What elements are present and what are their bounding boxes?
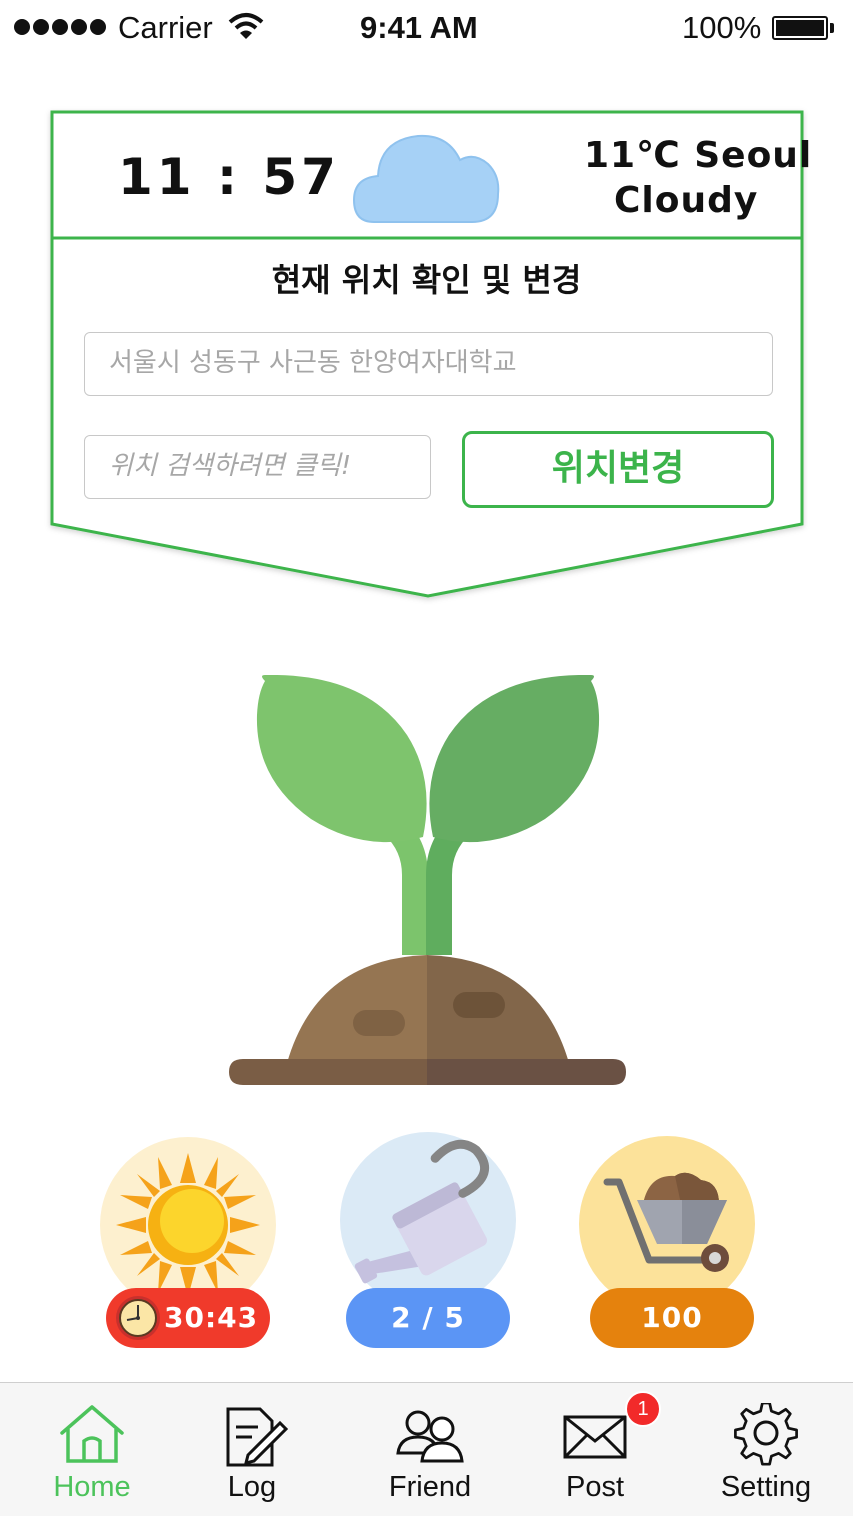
sunlight-timer-text: 30:43 — [164, 1301, 259, 1334]
post-notification-badge: 1 — [625, 1391, 661, 1427]
home-icon — [60, 1405, 124, 1463]
location-section-title: 현재 위치 확인 및 변경 — [271, 261, 582, 299]
tab-friend[interactable]: Friend — [350, 1383, 510, 1516]
tab-log-label: Log — [227, 1471, 277, 1503]
tab-friend-label: Friend — [388, 1471, 472, 1503]
tab-home[interactable]: Home — [12, 1383, 172, 1516]
temperature-city: 11℃ Seoul — [584, 135, 813, 176]
sprout-illustration — [229, 675, 626, 1085]
weather-clock: 11 : 57 — [118, 148, 340, 206]
wheelbarrow-icon — [579, 1136, 755, 1312]
gear-icon — [734, 1403, 798, 1466]
tab-setting-label: Setting — [720, 1471, 812, 1503]
watering-can-icon — [340, 1132, 516, 1308]
mail-icon — [563, 1415, 627, 1459]
change-location-button[interactable]: 위치변경 — [462, 431, 774, 508]
tab-post-label: Post — [565, 1471, 625, 1503]
tab-setting[interactable]: Setting — [686, 1383, 846, 1516]
water-count-badge: 2 / 5 — [346, 1288, 510, 1348]
location-search-input[interactable]: 위치 검색하려면 클릭! — [84, 435, 431, 499]
cloud-icon — [352, 134, 500, 223]
current-address-field[interactable]: 서울시 성동구 사근동 한양여자대학교 — [84, 332, 773, 396]
clock-icon — [116, 1296, 160, 1340]
soil-amount-badge: 100 — [590, 1288, 754, 1348]
weather-card-frame — [50, 110, 804, 598]
tab-log[interactable]: Log — [172, 1383, 332, 1516]
friends-icon — [396, 1410, 464, 1463]
tab-bar: Home Log Friend Post Setting — [0, 1382, 853, 1516]
tab-home-label: Home — [53, 1471, 131, 1503]
sunlight-timer-badge: 30:43 — [106, 1288, 270, 1348]
log-icon — [226, 1407, 288, 1467]
weather-condition: Cloudy — [614, 180, 759, 221]
